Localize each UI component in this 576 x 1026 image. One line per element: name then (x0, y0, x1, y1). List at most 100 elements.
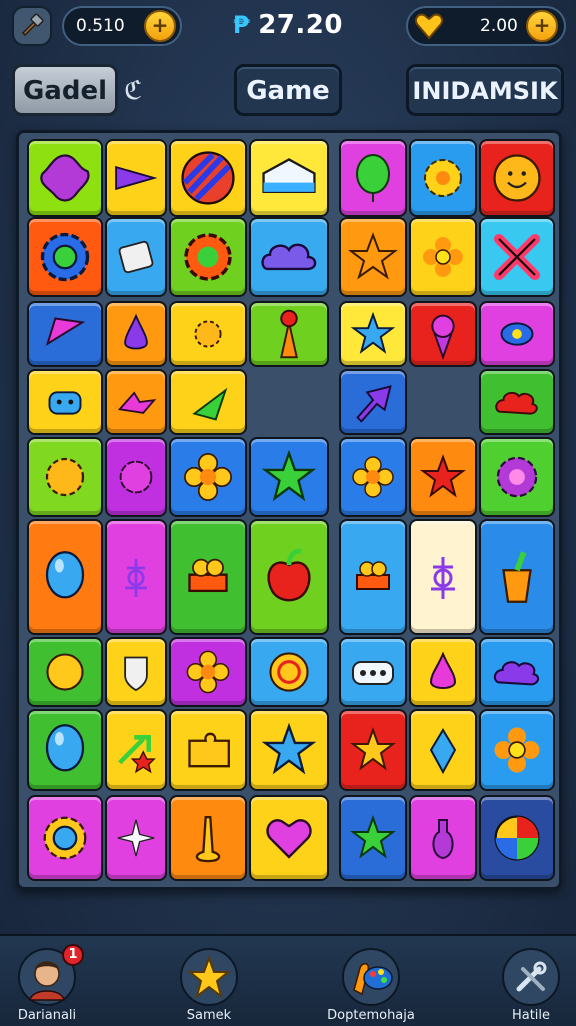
tools-icon (516, 961, 547, 992)
game-tile[interactable] (339, 217, 407, 297)
game-tile[interactable] (409, 637, 477, 707)
red-cloud-icon (495, 391, 538, 415)
orange-ball-icon (46, 653, 84, 691)
game-tile[interactable] (409, 437, 477, 517)
game-tile[interactable] (479, 217, 555, 297)
game-tile[interactable] (249, 795, 329, 881)
game-tile[interactable] (27, 437, 103, 517)
nav-item-profile[interactable]: 1 Darianali (4, 944, 90, 1023)
game-tile[interactable] (169, 139, 247, 217)
game-tile[interactable] (479, 437, 555, 517)
game-tile[interactable] (339, 519, 407, 635)
game-tile[interactable] (249, 637, 329, 707)
fruit-basket-icon (356, 561, 390, 590)
blue-gear-icon (40, 232, 90, 282)
game-tile[interactable] (169, 519, 247, 635)
ice-cream-icon (431, 314, 455, 361)
game-tile[interactable] (249, 301, 329, 367)
game-tile[interactable] (27, 795, 103, 881)
game-tile[interactable] (105, 369, 167, 435)
game-tile[interactable] (105, 217, 167, 297)
game-tile[interactable] (105, 139, 167, 217)
sparkle-icon (117, 819, 155, 857)
nav-label-doptemohaja: Doptemohaja (327, 1008, 415, 1023)
green-balloon-icon (356, 154, 390, 202)
game-tile[interactable] (339, 709, 407, 791)
game-tile[interactable] (409, 795, 477, 881)
game-tile[interactable] (409, 217, 477, 297)
symbol-icon (125, 558, 147, 597)
nav-item-doptemohaja[interactable]: Doptemohaja (316, 944, 426, 1023)
game-tile[interactable] (169, 369, 247, 435)
game-tile[interactable] (409, 301, 477, 367)
game-tile[interactable] (27, 709, 103, 791)
blue-star-icon (350, 311, 396, 354)
game-tile[interactable] (479, 301, 555, 367)
game-tile[interactable] (339, 437, 407, 517)
game-tile[interactable] (27, 369, 103, 435)
game-tile[interactable] (249, 139, 329, 217)
game-tile[interactable] (249, 519, 329, 635)
top-bar: 0.510 + ₱ 27.20 2.00 + (0, 0, 576, 52)
paint-palette-icon (353, 963, 393, 996)
game-tile[interactable] (339, 795, 407, 881)
blue-star-icon (261, 722, 317, 775)
nav-label-profile: Darianali (17, 1008, 77, 1023)
game-tile[interactable] (105, 437, 167, 517)
game-tile[interactable] (339, 301, 407, 367)
game-tile[interactable] (27, 139, 103, 217)
game-tile[interactable] (409, 519, 477, 635)
game-tile[interactable] (479, 139, 555, 217)
yellow-flower-icon (352, 456, 394, 498)
game-tile[interactable] (479, 709, 555, 791)
game-tile[interactable] (105, 637, 167, 707)
orange-flower-icon (494, 727, 540, 773)
game-button[interactable]: Game (234, 64, 342, 116)
star-arrow-icon (118, 735, 156, 774)
game-tile[interactable] (339, 139, 407, 217)
nav-item-samek[interactable]: Samek (166, 944, 252, 1023)
game-tile[interactable] (27, 637, 103, 707)
inidamsik-button[interactable]: INIDAMSIK (406, 64, 564, 116)
game-tile[interactable] (105, 519, 167, 635)
game-tile[interactable] (27, 301, 103, 367)
game-tile[interactable] (27, 217, 103, 297)
add-lives-button[interactable]: + (526, 10, 558, 42)
purple-arrow-icon (115, 165, 158, 191)
game-tile[interactable] (105, 301, 167, 367)
pink-heart-icon (266, 819, 312, 859)
green-splat-icon (350, 815, 396, 859)
game-tile[interactable] (409, 139, 477, 217)
game-tile[interactable] (169, 709, 247, 791)
swirl-icon (269, 652, 309, 692)
game-tile[interactable] (339, 369, 407, 435)
nav-label-samek: Samek (186, 1008, 232, 1023)
game-tile[interactable] (479, 637, 555, 707)
doptemohaja-circle[interactable] (342, 948, 400, 1006)
game-tile[interactable] (479, 519, 555, 635)
game-tile[interactable] (339, 637, 407, 707)
nav-item-hatile[interactable]: Hatile (488, 944, 574, 1023)
game-tile[interactable] (169, 795, 247, 881)
hatile-circle[interactable] (502, 948, 560, 1006)
red-star-icon (420, 454, 466, 498)
game-tile[interactable] (479, 369, 555, 435)
red-gear-icon (184, 233, 232, 281)
game-tile[interactable] (105, 795, 167, 881)
gadel-button[interactable]: Gadel (12, 64, 118, 116)
nav-label-hatile: Hatile (511, 1008, 551, 1023)
game-tile[interactable] (249, 709, 329, 791)
cross-icon (493, 233, 541, 281)
game-tile[interactable] (409, 709, 477, 791)
samek-circle[interactable] (180, 948, 238, 1006)
game-tile[interactable] (249, 437, 329, 517)
game-tile[interactable] (169, 437, 247, 517)
game-tile[interactable] (249, 217, 329, 297)
lives-value: 2.00 (480, 16, 518, 36)
game-tile[interactable] (479, 795, 555, 881)
game-tile[interactable] (27, 519, 103, 635)
game-tile[interactable] (169, 637, 247, 707)
game-tile[interactable] (169, 301, 247, 367)
game-tile[interactable] (105, 709, 167, 791)
game-tile[interactable] (169, 217, 247, 297)
